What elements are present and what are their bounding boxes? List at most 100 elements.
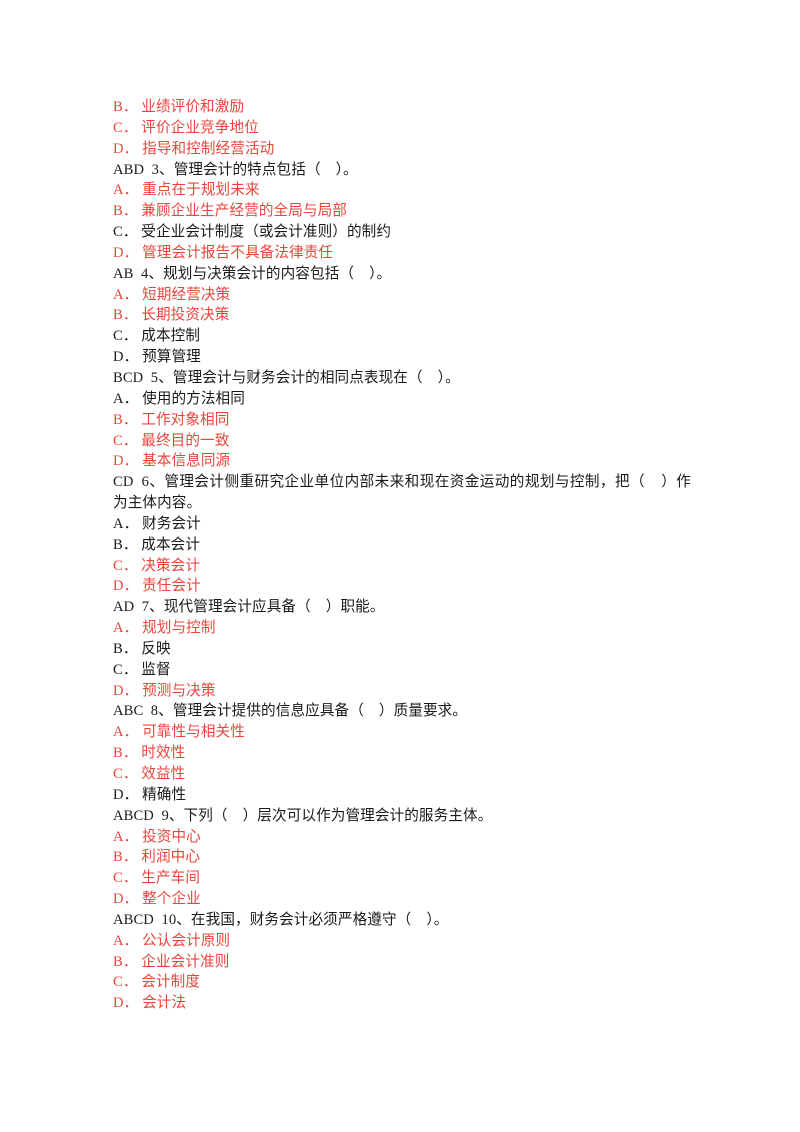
option-line: B． 反映 xyxy=(113,639,691,660)
option-marker: B． xyxy=(113,849,138,866)
option-line: B． 业绩评价和激励 xyxy=(113,97,691,118)
option-line: D． 整个企业 xyxy=(113,889,691,910)
option-line: D． 管理会计报告不具备法律责任 xyxy=(113,243,691,264)
option-marker: B． xyxy=(113,99,138,115)
option-marker: C． xyxy=(113,557,138,574)
question-stem: CD 6、管理会计侧重研究企业单位内部未来和现在资金运动的规划与控制，把（ ）作… xyxy=(113,474,691,512)
option-line: C． 会计制度 xyxy=(113,972,691,993)
option-text: 公认会计原则 xyxy=(138,932,231,949)
option-line: A． 重点在于规划未来 xyxy=(113,180,691,201)
option-marker: C． xyxy=(113,661,138,678)
option-marker: B． xyxy=(113,640,138,657)
option-text: 重点在于规划未来 xyxy=(138,182,260,199)
question-stem: ABCD 9、下列（ ）层次可以作为管理会计的服务主体。 xyxy=(113,807,493,824)
option-marker: C． xyxy=(113,328,138,345)
option-line: D． 预测与决策 xyxy=(113,681,691,702)
option-text: 短期经营决策 xyxy=(138,286,231,303)
option-text: 成本会计 xyxy=(137,536,201,553)
option-line: B． 利润中心 xyxy=(113,847,691,868)
option-marker: D． xyxy=(113,891,139,908)
option-marker: A． xyxy=(113,932,139,949)
option-line: B． 长期投资决策 xyxy=(113,305,691,326)
option-text: 预测与决策 xyxy=(138,682,216,699)
option-text: 可靠性与相关性 xyxy=(138,724,245,741)
option-line: A． 可靠性与相关性 xyxy=(113,722,691,743)
question-stem: ABC 8、管理会计提供的信息应具备（ ）质量要求。 xyxy=(113,703,468,720)
option-text: 业绩评价和激励 xyxy=(137,99,245,115)
option-marker: A． xyxy=(113,724,139,741)
option-marker: D． xyxy=(113,682,139,699)
option-text: 精确性 xyxy=(138,786,187,803)
option-marker: D． xyxy=(113,786,139,803)
option-marker: D． xyxy=(113,995,139,1012)
option-text: 规划与控制 xyxy=(138,620,216,637)
option-text: 受企业会计制度（或会计准则）的制约 xyxy=(137,224,392,241)
option-line: D． 预算管理 xyxy=(113,347,691,368)
option-line: C． 成本控制 xyxy=(113,326,691,347)
option-line: A． 短期经营决策 xyxy=(113,285,691,306)
option-text: 基本信息同源 xyxy=(138,453,231,470)
option-line: B． 兼顾企业生产经营的全局与局部 xyxy=(113,201,691,222)
option-text: 投资中心 xyxy=(138,828,201,845)
option-marker: B． xyxy=(113,411,138,428)
option-line: C． 受企业会计制度（或会计准则）的制约 xyxy=(113,222,691,243)
option-line: C． 监督 xyxy=(113,660,691,681)
option-line: C． 决策会计 xyxy=(113,556,691,577)
option-marker: C． xyxy=(113,766,138,782)
option-line: C． 最终目的一致 xyxy=(113,431,691,452)
option-marker: D． xyxy=(113,349,139,366)
option-text: 使用的方法相同 xyxy=(138,390,245,407)
option-text: 反映 xyxy=(137,640,171,657)
option-line: B． 企业会计准则 xyxy=(113,952,691,973)
option-text: 会计制度 xyxy=(137,974,201,991)
option-text: 利润中心 xyxy=(137,849,201,866)
option-text: 时效性 xyxy=(137,745,186,762)
option-line: D． 指导和控制经营活动 xyxy=(113,139,691,160)
option-text: 决策会计 xyxy=(137,557,201,574)
option-marker: A． xyxy=(113,515,139,532)
option-marker: A． xyxy=(113,182,139,199)
option-line: D． 基本信息同源 xyxy=(113,451,691,472)
option-text: 兼顾企业生产经营的全局与局部 xyxy=(137,203,347,220)
option-text: 成本控制 xyxy=(137,328,201,345)
option-marker: D． xyxy=(113,453,139,470)
option-text: 预算管理 xyxy=(138,349,201,366)
option-marker: D． xyxy=(113,244,139,261)
document-body: B． 业绩评价和激励 C． 评价企业竞争地位 D． 指导和控制经营活动 ABD 3、管… xyxy=(113,97,691,1014)
option-marker: D． xyxy=(113,140,139,157)
option-marker: D． xyxy=(113,578,139,595)
question-stem: ABCD 10、在我国，财务会计必须严格遵守（ ）。 xyxy=(113,911,449,928)
option-marker: A． xyxy=(113,390,139,407)
option-line: C． 生产车间 xyxy=(113,868,691,889)
option-text: 企业会计准则 xyxy=(137,953,230,970)
option-marker: B． xyxy=(113,953,138,970)
option-marker: B． xyxy=(113,536,138,553)
option-marker: C． xyxy=(113,224,138,241)
option-text: 长期投资决策 xyxy=(137,307,230,324)
option-line: A． 公认会计原则 xyxy=(113,931,691,952)
option-marker: B． xyxy=(113,745,138,762)
option-marker: C． xyxy=(113,119,138,136)
option-line: C． 效益性 xyxy=(113,764,691,785)
option-line: C． 评价企业竞争地位 xyxy=(113,118,691,139)
question-stem: BCD 5、管理会计与财务会计的相同点表现在（ ）。 xyxy=(113,369,460,386)
option-line: A． 投资中心 xyxy=(113,827,691,848)
option-text: 整个企业 xyxy=(138,891,201,908)
question-stem: AD 7、现代管理会计应具备（ ）职能。 xyxy=(113,599,385,616)
option-text: 生产车间 xyxy=(137,870,201,887)
option-line: A． 财务会计 xyxy=(113,514,691,535)
option-line: A． 规划与控制 xyxy=(113,618,691,639)
option-line: B． 工作对象相同 xyxy=(113,410,691,431)
option-marker: A． xyxy=(113,286,139,303)
option-text: 指导和控制经营活动 xyxy=(138,140,275,157)
option-line: A． 使用的方法相同 xyxy=(113,389,691,410)
option-text: 财务会计 xyxy=(138,515,201,532)
option-marker: A． xyxy=(113,828,139,845)
option-marker: B． xyxy=(113,203,138,220)
option-marker: C． xyxy=(113,432,138,449)
option-text: 效益性 xyxy=(137,766,186,782)
option-text: 监督 xyxy=(137,661,171,678)
option-text: 评价企业竞争地位 xyxy=(137,119,259,136)
option-line: B． 时效性 xyxy=(113,743,691,764)
question-stem: AB 4、规划与决策会计的内容包括（ ）。 xyxy=(113,265,392,282)
